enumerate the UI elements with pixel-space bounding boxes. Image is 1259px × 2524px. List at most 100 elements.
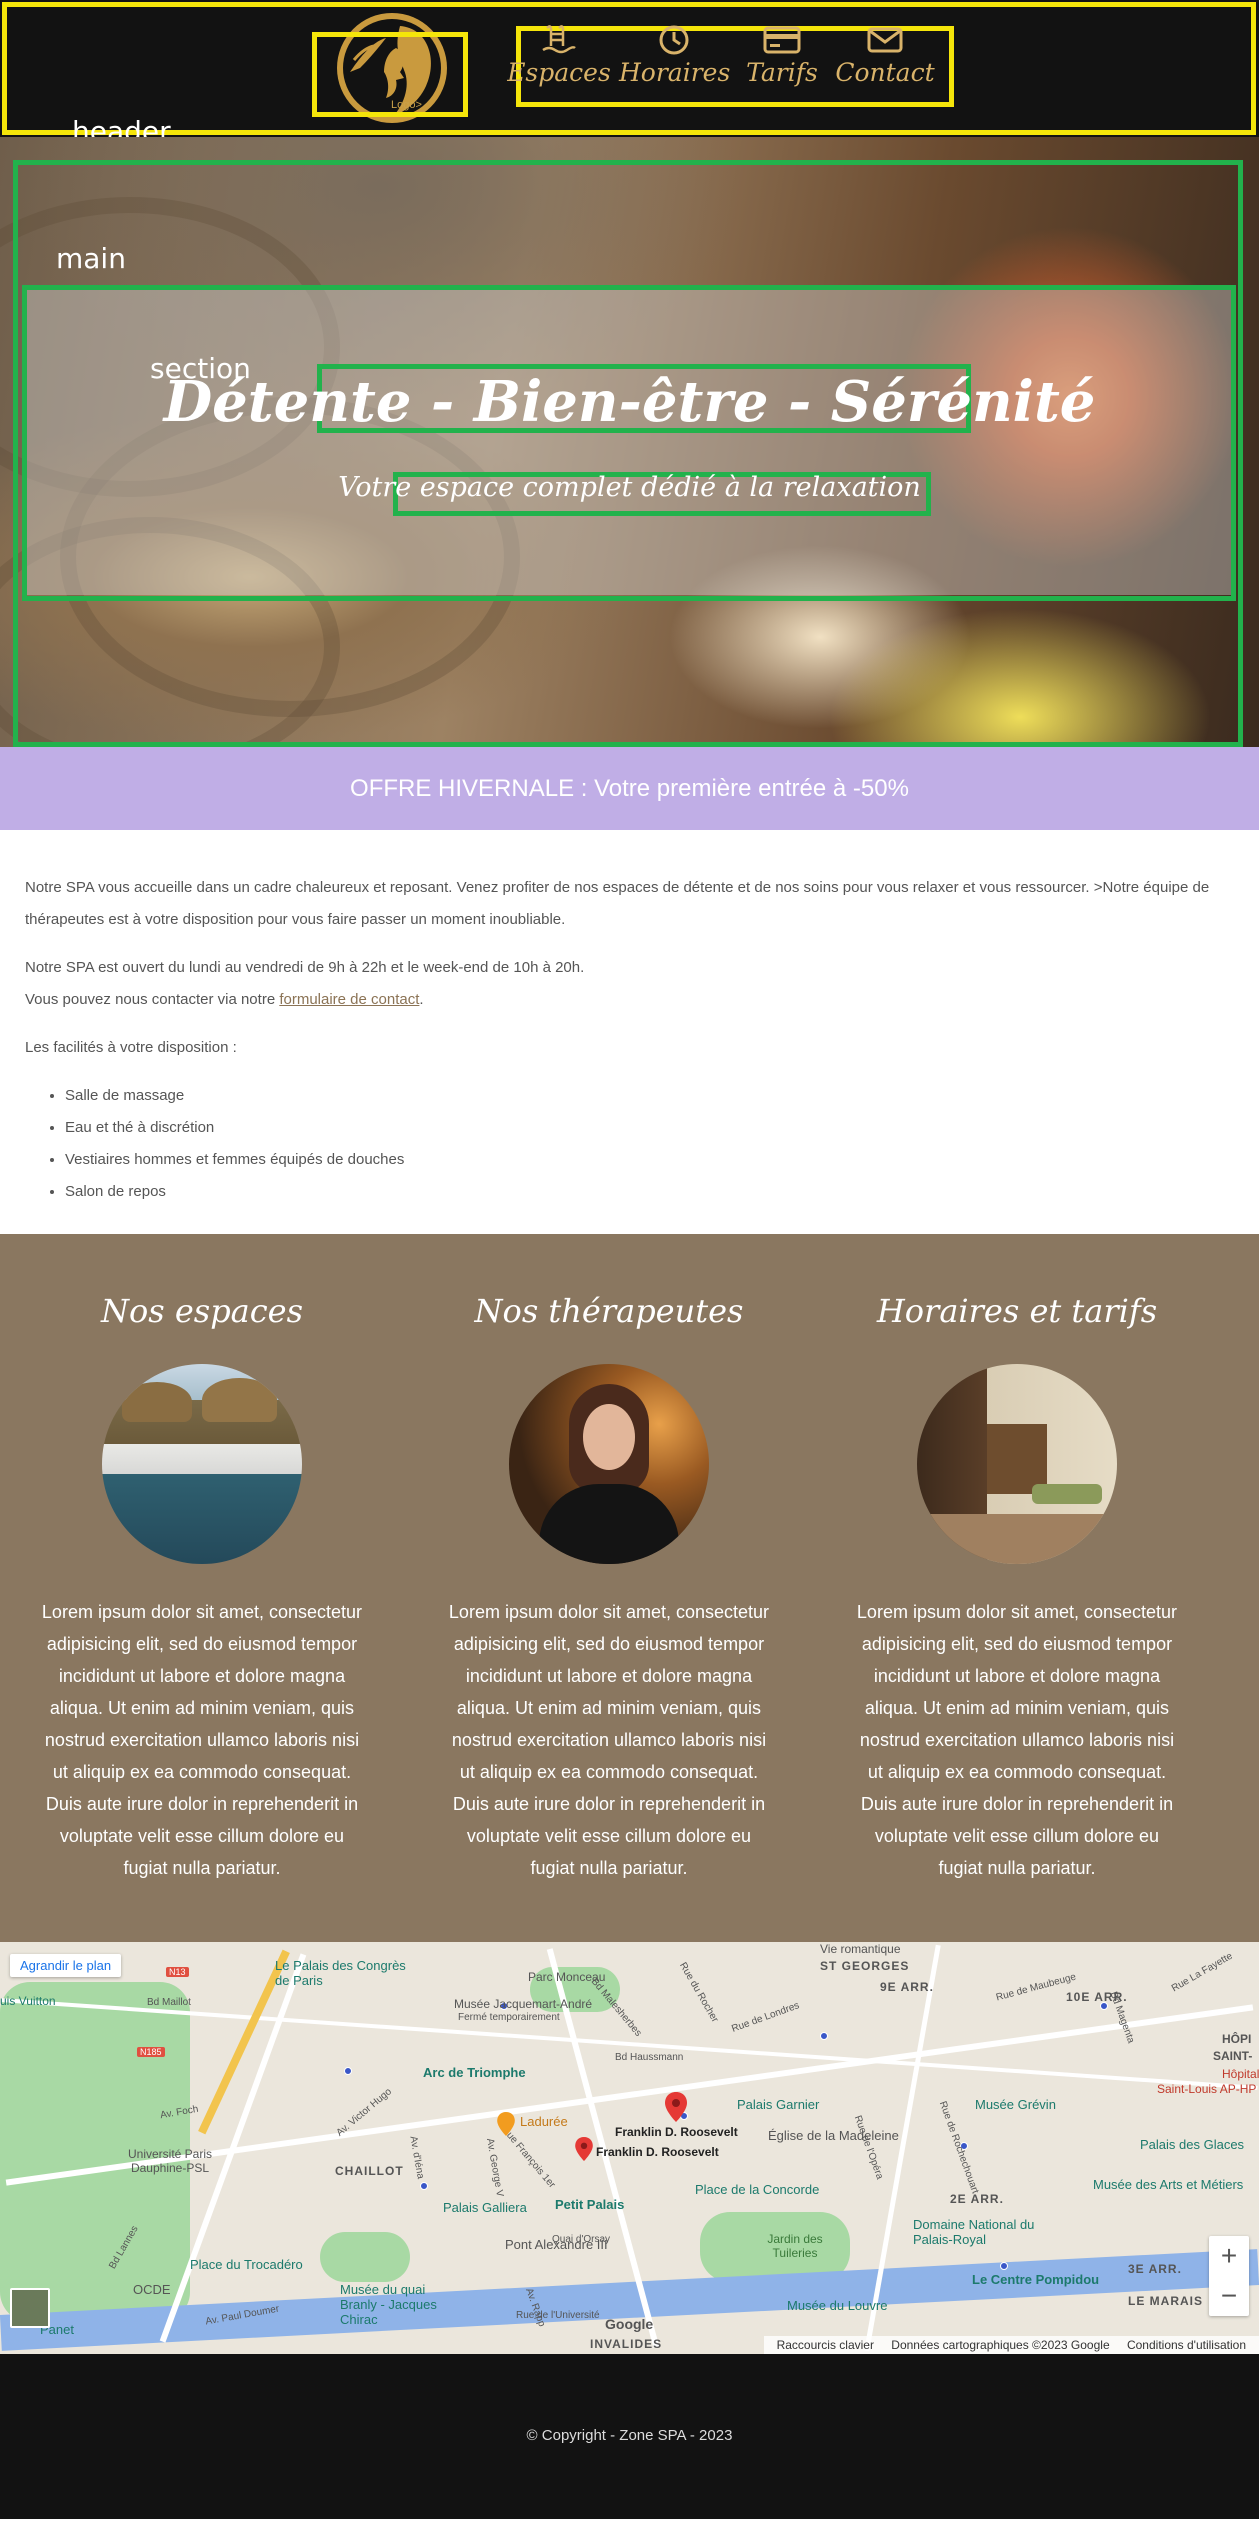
map-pin-icon[interactable] <box>665 2092 687 2122</box>
keyboard-shortcuts-link[interactable]: Raccourcis clavier <box>777 2338 874 2352</box>
feature-title: Nos thérapeutes <box>474 1292 744 1330</box>
map-poi[interactable]: Palais des Glaces <box>1140 2137 1244 2152</box>
map-poi[interactable]: Palais Garnier <box>737 2097 819 2112</box>
map-label: Université Paris Dauphine-PSL <box>127 2147 213 2175</box>
feature-card-espaces: Nos espaces Lorem ipsum dolor sit amet, … <box>27 1292 377 1884</box>
zoom-out-button[interactable]: − <box>1209 2276 1249 2316</box>
map-label: Rue de Londres <box>730 2000 801 2035</box>
map-label: Rue La Fayette <box>1169 1950 1235 1995</box>
google-map[interactable]: ST GEORGES 9E ARR. 10E ARR. CHAILLOT 2E … <box>0 1942 1259 2354</box>
map-label: uis Vuitton <box>0 1994 56 2008</box>
map-label: Franklin D. Roosevelt <box>596 2145 719 2159</box>
map-layer-toggle[interactable] <box>10 2288 50 2328</box>
map-poi[interactable]: Arc de Triomphe <box>423 2065 526 2080</box>
nav-tarifs-label: Tarifs <box>746 58 818 87</box>
nav-espaces-label: Espaces <box>507 58 611 87</box>
feature-title: Horaires et tarifs <box>876 1292 1158 1330</box>
map-label: 3E ARR. <box>1128 2262 1182 2276</box>
nav-contact[interactable]: Contact <box>830 24 940 87</box>
facility-item: Salle de massage <box>65 1080 1234 1112</box>
terms-link[interactable]: Conditions d'utilisation <box>1127 2338 1246 2352</box>
map-label: Rue de l'Université <box>516 2310 600 2321</box>
nav-espaces[interactable]: Espaces <box>504 24 614 87</box>
map-poi[interactable]: Église de la Madeleine <box>768 2128 899 2143</box>
feature-text: Lorem ipsum dolor sit amet, consectetur … <box>856 1602 1178 1878</box>
site-footer: © Copyright - Zone SPA - 2023 <box>0 2354 1259 2519</box>
map-label: INVALIDES <box>590 2337 663 2351</box>
map-label: Bd Haussmann <box>615 2052 684 2063</box>
map-label: 2E ARR. <box>950 2192 1004 2206</box>
contact-suffix: . <box>419 991 424 1008</box>
contact-form-link[interactable]: formulaire de contact <box>279 991 419 1008</box>
map-poi[interactable]: Place de la Concorde <box>695 2182 819 2197</box>
nav-tarifs[interactable]: Tarifs <box>727 24 837 87</box>
map-zoom-controls: + − <box>1209 2236 1249 2316</box>
map-label: Hôpital <box>1222 2067 1259 2081</box>
map-label: Vie romantique <box>820 1942 901 1956</box>
feature-title: Nos espaces <box>100 1292 304 1330</box>
feature-text: Lorem ipsum dolor sit amet, consectetur … <box>448 1602 770 1878</box>
copyright-text: © Copyright - Zone SPA - 2023 <box>526 2427 733 2444</box>
map-poi[interactable]: Le Palais des Congrès de Paris <box>275 1958 415 1988</box>
metro-dot <box>820 2032 828 2040</box>
zoom-in-button[interactable]: + <box>1209 2236 1249 2276</box>
facilities-list: Salle de massage Eau et thé à discrétion… <box>65 1080 1234 1208</box>
map-poi[interactable]: Musée du Louvre <box>787 2298 887 2313</box>
google-logo: Google <box>605 2316 654 2332</box>
map-label: 9E ARR. <box>880 1980 934 1994</box>
map-poi[interactable]: Ladurée <box>520 2114 568 2129</box>
feature-card-therapeutes: Nos thérapeutes Lorem ipsum dolor sit am… <box>434 1292 784 1884</box>
map-park <box>320 2232 410 2282</box>
nav-horaires-label: Horaires <box>619 58 731 87</box>
feature-card-horaires: Horaires et tarifs Lorem ipsum dolor sit… <box>842 1292 1192 1884</box>
map-pin-icon[interactable] <box>575 2137 593 2161</box>
map-label: Bd Maillot <box>147 1997 191 2008</box>
map-label: N13 <box>166 1967 189 1977</box>
metro-dot <box>344 2067 352 2075</box>
map-label: Saint-Louis AP-HP <box>1157 2082 1257 2096</box>
contact-paragraph: Notre SPA est ouvert du lundi au vendred… <box>25 952 1234 1016</box>
map-poi[interactable]: Petit Palais <box>555 2197 624 2212</box>
nav-horaires[interactable]: Horaires <box>619 24 731 87</box>
map-label: Av. d'Iéna <box>407 2135 426 2180</box>
map-poi[interactable]: Musée Grévin <box>975 2097 1056 2112</box>
restaurant-pin-icon[interactable] <box>497 2112 515 2136</box>
map-label: Jardin des Tuileries <box>767 2232 823 2260</box>
map-poi[interactable]: Palais Galliera <box>443 2200 527 2215</box>
envelope-icon <box>867 27 903 53</box>
site-header: header Logo> Espaces Horaires Tarifs Con… <box>0 0 1259 148</box>
map-label: Av. George V <box>484 2137 506 2198</box>
metro-dot <box>420 2182 428 2190</box>
map-label: Franklin D. Roosevelt <box>615 2125 738 2139</box>
features-section: Nos espaces Lorem ipsum dolor sit amet, … <box>0 1234 1259 1942</box>
map-poi[interactable]: Pont Alexandre III <box>505 2237 608 2252</box>
intro-paragraph: Notre SPA vous accueille dans un cadre c… <box>25 879 1210 928</box>
map-poi[interactable]: OCDE <box>133 2282 171 2297</box>
facility-item: Salon de repos <box>65 1176 1234 1208</box>
facilities-title: Les facilités à votre disposition : <box>25 1039 237 1056</box>
pool-icon <box>542 25 576 54</box>
hero-title: Détente - Bien-être - Sérénité <box>163 369 1096 435</box>
map-poi[interactable]: Le Centre Pompidou <box>972 2272 1099 2287</box>
clock-icon <box>659 25 689 55</box>
map-label: Rue de l'Opéra <box>851 2114 886 2181</box>
map-label: Rue du Rocher <box>677 1960 721 2025</box>
map-label: N185 <box>137 2047 165 2057</box>
nav-contact-label: Contact <box>835 58 935 87</box>
therapist-photo[interactable] <box>509 1364 709 1564</box>
main-debug-label: main <box>56 242 126 275</box>
map-label: SAINT- <box>1213 2049 1253 2063</box>
map-label: Rue de Rochechouart <box>936 2099 981 2196</box>
map-poi[interactable]: Musée du quai Branly - Jacques Chirac <box>340 2282 450 2327</box>
map-enlarge-button[interactable]: Agrandir le plan <box>10 1954 122 1977</box>
map-label: ST GEORGES <box>820 1959 910 1973</box>
opening-hours-text: Notre SPA est ouvert du lundi au vendred… <box>25 959 585 976</box>
intro-section: Notre SPA vous accueille dans un cadre c… <box>0 830 1259 1234</box>
map-poi[interactable]: Place du Trocadéro <box>190 2257 303 2272</box>
hero-banner: main section Détente - Bien-être - Sérén… <box>0 137 1259 747</box>
map-poi[interactable]: Musée des Arts et Métiers <box>1093 2177 1243 2192</box>
credit-card-icon <box>763 26 801 54</box>
lounge-photo[interactable] <box>917 1364 1117 1564</box>
pool-photo[interactable] <box>102 1364 302 1564</box>
map-poi[interactable]: Domaine National du Palais-Royal <box>913 2217 1043 2247</box>
